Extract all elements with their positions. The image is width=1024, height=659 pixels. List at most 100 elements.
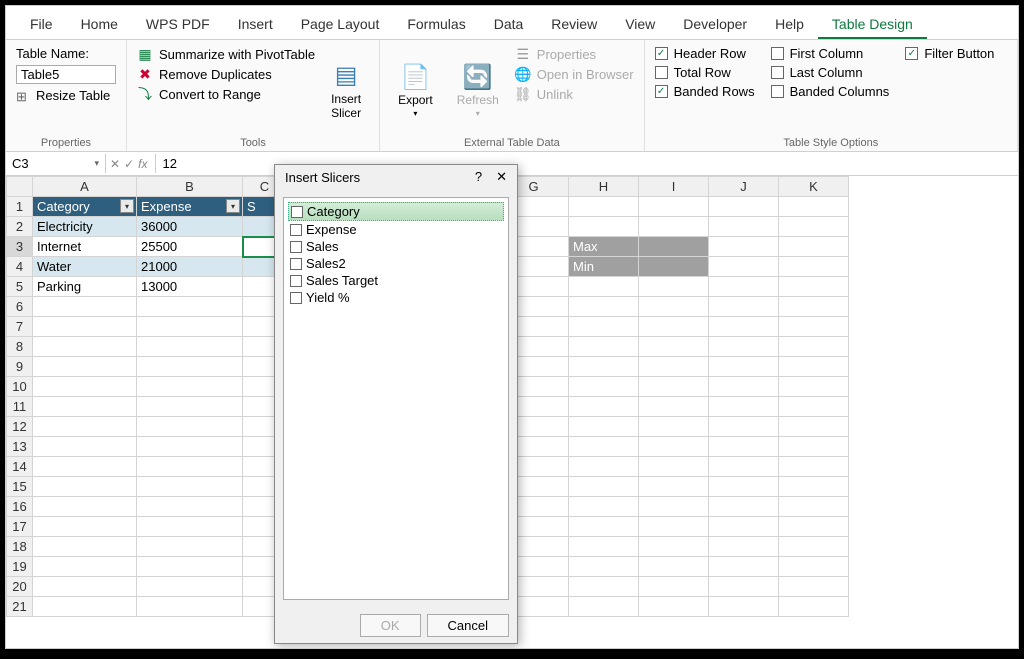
checkbox-off-icon[interactable] xyxy=(290,292,302,304)
row-header[interactable]: 10 xyxy=(7,377,33,397)
banded-columns-checkbox[interactable]: Banded Columns xyxy=(771,84,890,99)
cell[interactable]: 36000 xyxy=(137,217,243,237)
resize-table-button[interactable]: Resize Table xyxy=(36,88,110,103)
first-column-checkbox[interactable]: First Column xyxy=(771,46,890,61)
row-header[interactable]: 15 xyxy=(7,477,33,497)
row-header[interactable]: 13 xyxy=(7,437,33,457)
header-row-checkbox[interactable]: Header Row xyxy=(655,46,755,61)
col-header[interactable]: K xyxy=(779,177,849,197)
row-header[interactable]: 6 xyxy=(7,297,33,317)
export-button[interactable]: Export ▾ xyxy=(390,46,441,135)
cell[interactable]: Internet xyxy=(33,237,137,257)
row-header[interactable]: 3 xyxy=(7,237,33,257)
checkbox-off-icon[interactable] xyxy=(291,206,303,218)
cell[interactable]: 21000 xyxy=(137,257,243,277)
open-in-browser-label: Open in Browser xyxy=(537,67,634,82)
browser-icon xyxy=(515,66,531,82)
filter-button-checkbox[interactable]: Filter Button xyxy=(905,46,994,61)
cell[interactable] xyxy=(639,237,709,257)
cell[interactable]: Electricity xyxy=(33,217,137,237)
slicer-item-yield[interactable]: Yield % xyxy=(288,289,504,306)
slicer-item-sales-target[interactable]: Sales Target xyxy=(288,272,504,289)
slicer-item-category[interactable]: Category xyxy=(288,202,504,221)
checkbox-off-icon[interactable] xyxy=(290,275,302,287)
row-header[interactable]: 4 xyxy=(7,257,33,277)
col-header[interactable]: H xyxy=(569,177,639,197)
cell[interactable]: 13000 xyxy=(137,277,243,297)
row-header[interactable]: 9 xyxy=(7,357,33,377)
tab-formulas[interactable]: Formulas xyxy=(393,12,479,39)
tab-file[interactable]: File xyxy=(16,12,67,39)
tab-view[interactable]: View xyxy=(611,12,669,39)
accept-formula-icon[interactable]: ✓ xyxy=(124,157,134,171)
row-header[interactable]: 7 xyxy=(7,317,33,337)
insert-slicer-button[interactable]: Insert Slicer xyxy=(323,46,369,135)
table-name-input[interactable] xyxy=(16,65,116,84)
slicer-item-expense[interactable]: Expense xyxy=(288,221,504,238)
table-header-cell[interactable]: Category▾ xyxy=(33,197,137,217)
total-row-checkbox[interactable]: Total Row xyxy=(655,65,755,80)
checkbox-off-icon[interactable] xyxy=(290,241,302,253)
tab-developer[interactable]: Developer xyxy=(669,12,761,39)
tab-data[interactable]: Data xyxy=(480,12,538,39)
filter-dropdown-icon[interactable]: ▾ xyxy=(226,199,240,213)
slicer-item-sales2[interactable]: Sales2 xyxy=(288,255,504,272)
row-header[interactable]: 11 xyxy=(7,397,33,417)
cancel-button[interactable]: Cancel xyxy=(427,614,509,637)
help-icon[interactable]: ? xyxy=(475,169,482,185)
row-header[interactable]: 21 xyxy=(7,597,33,617)
cell[interactable]: Parking xyxy=(33,277,137,297)
filter-button-label: Filter Button xyxy=(924,46,994,61)
last-column-checkbox[interactable]: Last Column xyxy=(771,65,890,80)
cell[interactable]: Min xyxy=(569,257,639,277)
convert-to-range-button[interactable]: Convert to Range xyxy=(137,86,315,102)
refresh-icon xyxy=(464,63,492,91)
checkbox-off-icon[interactable] xyxy=(290,224,302,236)
col-header[interactable]: A xyxy=(33,177,137,197)
group-label-tools: Tools xyxy=(137,135,369,149)
row-header[interactable]: 12 xyxy=(7,417,33,437)
name-box[interactable]: C3 ▾ xyxy=(6,154,106,173)
checkbox-off-icon xyxy=(655,66,668,79)
tab-table-design[interactable]: Table Design xyxy=(818,12,927,39)
close-icon[interactable]: ✕ xyxy=(496,169,507,185)
tab-wps-pdf[interactable]: WPS PDF xyxy=(132,12,224,39)
row-header[interactable]: 14 xyxy=(7,457,33,477)
row-header[interactable]: 18 xyxy=(7,537,33,557)
cell[interactable]: 25500 xyxy=(137,237,243,257)
row-header[interactable]: 19 xyxy=(7,557,33,577)
row-header[interactable]: 20 xyxy=(7,577,33,597)
tab-review[interactable]: Review xyxy=(537,12,611,39)
col-header[interactable]: I xyxy=(639,177,709,197)
convert-icon xyxy=(137,86,153,102)
cell[interactable]: Max xyxy=(569,237,639,257)
tab-home[interactable]: Home xyxy=(67,12,132,39)
col-header[interactable]: B xyxy=(137,177,243,197)
cell[interactable]: Water xyxy=(33,257,137,277)
row-header[interactable]: 2 xyxy=(7,217,33,237)
checkbox-off-icon[interactable] xyxy=(290,258,302,270)
row-header[interactable]: 8 xyxy=(7,337,33,357)
banded-rows-checkbox[interactable]: Banded Rows xyxy=(655,84,755,99)
filter-dropdown-icon[interactable]: ▾ xyxy=(120,199,134,213)
row-header[interactable]: 17 xyxy=(7,517,33,537)
summarize-pivot-button[interactable]: Summarize with PivotTable xyxy=(137,46,315,62)
formula-input[interactable]: 12 xyxy=(155,154,182,173)
fx-icon[interactable]: fx xyxy=(138,157,147,171)
col-header[interactable]: J xyxy=(709,177,779,197)
row-header[interactable]: 16 xyxy=(7,497,33,517)
chevron-down-icon: ▾ xyxy=(476,109,480,118)
tab-insert[interactable]: Insert xyxy=(224,12,287,39)
select-all-cell[interactable] xyxy=(7,177,33,197)
row-header[interactable]: 5 xyxy=(7,277,33,297)
cancel-formula-icon[interactable]: ✕ xyxy=(110,157,120,171)
tab-help[interactable]: Help xyxy=(761,12,818,39)
row-header[interactable]: 1 xyxy=(7,197,33,217)
table-header-cell[interactable]: Expense▾ xyxy=(137,197,243,217)
slicer-item-sales[interactable]: Sales xyxy=(288,238,504,255)
cell[interactable] xyxy=(639,257,709,277)
remove-duplicates-button[interactable]: Remove Duplicates xyxy=(137,66,315,82)
tab-page-layout[interactable]: Page Layout xyxy=(287,12,394,39)
summarize-pivot-label: Summarize with PivotTable xyxy=(159,47,315,62)
group-label-external: External Table Data xyxy=(390,135,634,149)
